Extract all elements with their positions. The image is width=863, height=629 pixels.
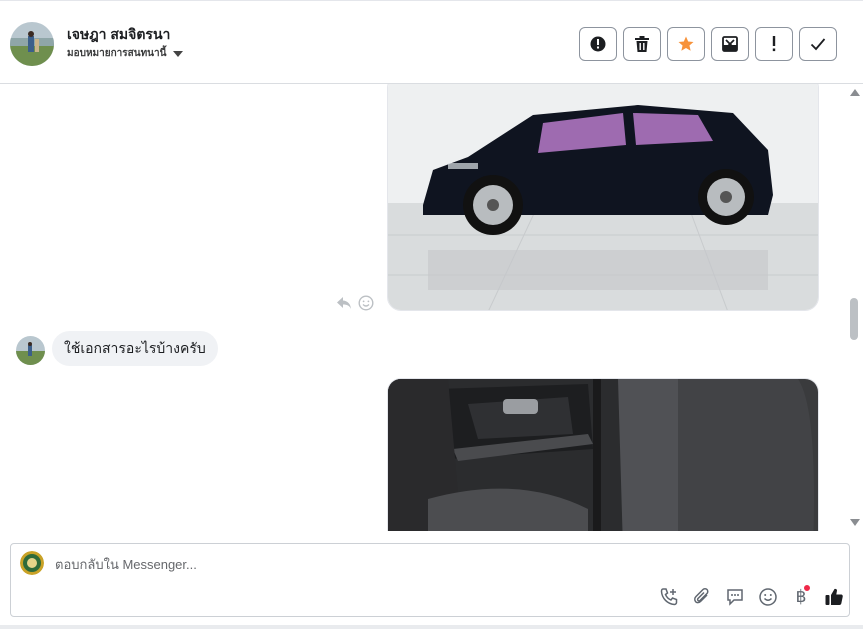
chat-bubble-icon [727, 589, 743, 606]
spam-button[interactable] [579, 27, 617, 61]
follow-up-button[interactable] [755, 27, 793, 61]
paperclip-icon [694, 588, 709, 604]
conversation-header: เจษฎา สมจิตรนา มอบหมายการสนทนานี้ [0, 2, 863, 84]
message-list[interactable]: ใช้เอกสารอะไรบ้างครับ [0, 84, 847, 531]
bottom-border [0, 625, 863, 629]
message-image-car-interior[interactable] [387, 378, 819, 531]
reply-icon[interactable] [336, 296, 352, 310]
page-avatar [20, 551, 44, 575]
alert-circle-icon [590, 36, 606, 52]
saved-replies-button[interactable] [724, 586, 746, 608]
star-button[interactable] [667, 27, 705, 61]
messenger-conversation-panel: เจษฎา สมจิตรนา มอบหมายการสนทนานี้ ใช้เอก… [0, 0, 863, 629]
caret-down-icon [173, 50, 184, 57]
mark-done-button[interactable] [799, 27, 837, 61]
message-image-car[interactable] [387, 84, 819, 311]
incoming-message-bubble[interactable]: ใช้เอกสารอะไรบ้างครับ [52, 331, 218, 366]
header-actions [579, 27, 837, 61]
reply-input[interactable] [55, 554, 755, 574]
notification-dot [803, 584, 811, 592]
smiley-icon [759, 588, 777, 606]
contact-name: เจษฎา สมจิตรนา [67, 26, 171, 42]
scroll-thumb[interactable] [850, 298, 858, 340]
exclamation-icon [772, 36, 776, 52]
trash-icon [635, 36, 649, 52]
delete-button[interactable] [623, 27, 661, 61]
reply-composer: ฿ [10, 543, 850, 617]
like-button[interactable] [823, 586, 845, 608]
sender-avatar[interactable] [16, 336, 45, 365]
check-icon [810, 38, 826, 51]
envelope-x-icon [722, 36, 738, 52]
mark-unread-button[interactable] [711, 27, 749, 61]
star-icon [678, 36, 694, 51]
message-hover-tools [336, 295, 374, 311]
payment-button[interactable]: ฿ [790, 584, 812, 608]
call-button[interactable] [658, 586, 680, 608]
scroll-down-arrow-icon[interactable] [850, 519, 860, 526]
scroll-up-arrow-icon[interactable] [850, 89, 860, 96]
react-emoji-icon[interactable] [358, 295, 374, 311]
attach-button[interactable] [691, 586, 713, 608]
message-text: ใช้เอกสารอะไรบ้างครับ [64, 339, 206, 356]
assign-label: มอบหมายการสนทนานี้ [67, 48, 167, 59]
contact-avatar[interactable] [10, 22, 54, 66]
thumbs-up-icon [825, 588, 843, 605]
emoji-button[interactable] [757, 586, 779, 608]
assign-conversation-dropdown[interactable]: มอบหมายการสนทนานี้ [67, 46, 184, 61]
composer-toolbar: ฿ [658, 584, 845, 608]
conversation-scrollbar[interactable] [847, 84, 861, 531]
phone-plus-icon [660, 588, 678, 606]
